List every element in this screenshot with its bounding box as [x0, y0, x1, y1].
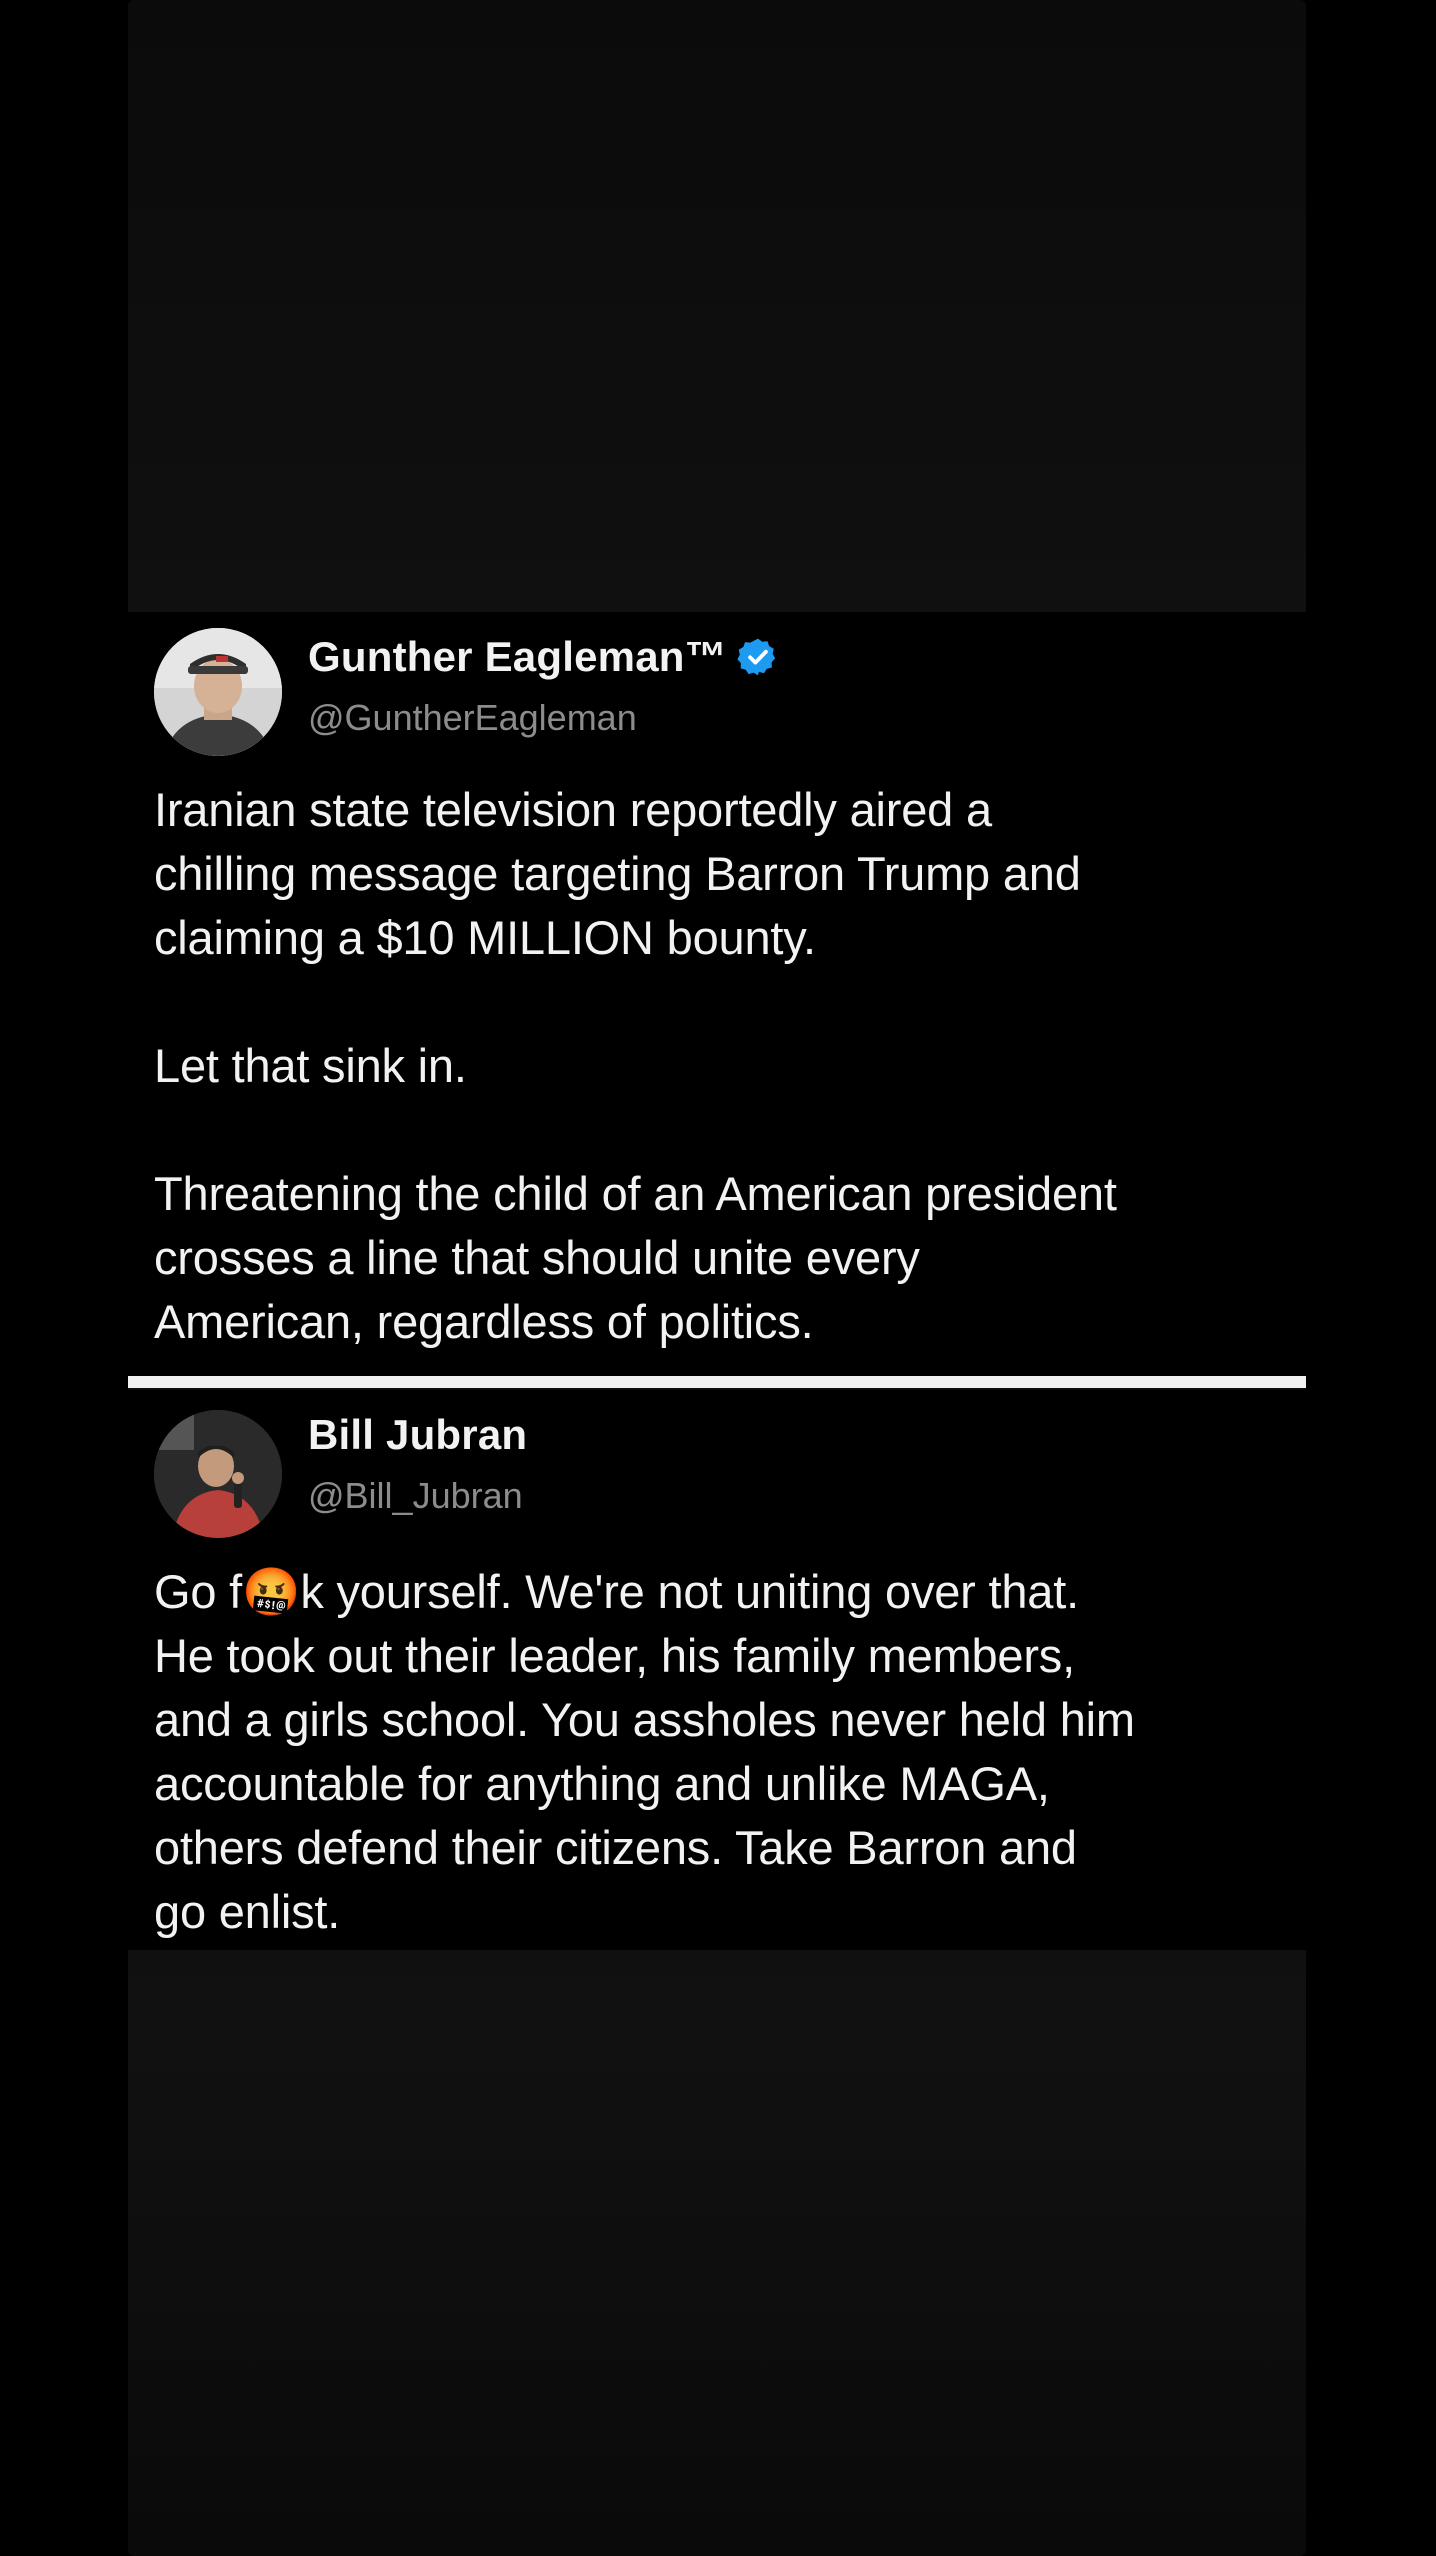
- tweet-paragraph: Iranian state television reportedly aire…: [154, 783, 1081, 964]
- avatar[interactable]: [154, 628, 282, 756]
- tweet-paragraph: Go f🤬k yourself. We're not uniting over …: [154, 1565, 1135, 1938]
- tweet-text: Go f🤬k yourself. We're not uniting over …: [154, 1560, 1294, 1944]
- tweet-card: Gunther Eagleman™ @GuntherEagleman Irani…: [128, 612, 1306, 1376]
- avatar[interactable]: [154, 1410, 282, 1538]
- name-row: Gunther Eagleman™: [308, 632, 779, 682]
- tweet-paragraph: Threatening the child of an American pre…: [154, 1167, 1117, 1348]
- profile-photo-icon: [154, 628, 282, 756]
- tweet-text: Iranian state television reportedly aire…: [154, 778, 1294, 1354]
- screenshot-frame: Gunther Eagleman™ @GuntherEagleman Irani…: [128, 0, 1306, 2556]
- profile-photo-icon: [154, 1410, 282, 1538]
- user-handle[interactable]: @GuntherEagleman: [308, 696, 637, 740]
- user-handle[interactable]: @Bill_Jubran: [308, 1474, 523, 1518]
- reply-tweet-card: Bill Jubran @Bill_Jubran Go f🤬k yourself…: [128, 1390, 1306, 1950]
- display-name[interactable]: Bill Jubran: [308, 1410, 527, 1460]
- display-name[interactable]: Gunther Eagleman™: [308, 632, 727, 682]
- tweet-paragraph: Let that sink in.: [154, 1039, 467, 1092]
- divider: [128, 1376, 1306, 1388]
- verified-badge-icon: [737, 638, 775, 676]
- name-row: Bill Jubran: [308, 1410, 527, 1460]
